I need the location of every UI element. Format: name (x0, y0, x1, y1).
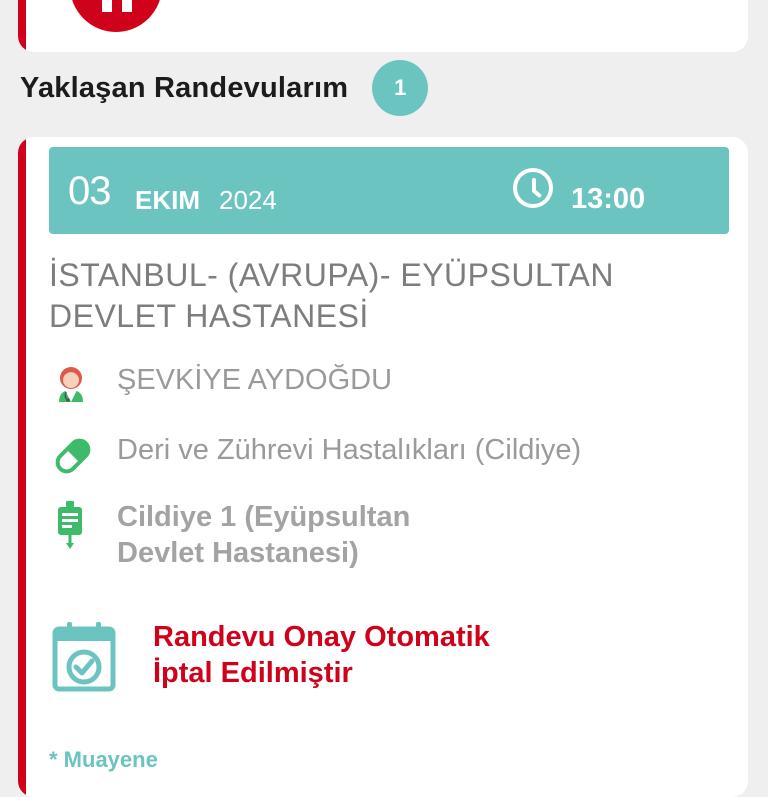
count-badge: 1 (372, 60, 429, 116)
hospital-name: İSTANBUL- (AVRUPA)- EYÜPSULTAN DEVLET HA… (49, 257, 614, 334)
department-row: Deri ve Zührevi Hastalıkları (Cildiye) (49, 432, 581, 476)
status-row: Randevu Onay Otomatik İptal Edilmiştir (49, 619, 633, 699)
pill-icon (49, 432, 101, 476)
clinic-name: Cildiye 1 (Eyüpsultan Devlet Hastanesi) (117, 499, 537, 571)
doctor-name: ŞEVKİYE AYDOĞDU (117, 364, 393, 396)
hospital-logo-icon (70, 0, 162, 32)
doctor-icon (49, 362, 101, 406)
status-message: Randevu Onay Otomatik İptal Edilmiştir (153, 619, 633, 691)
section-header: Yaklaşan Randevularım 1 (20, 60, 429, 116)
card-accent (18, 137, 26, 797)
appointment-time: 13:00 (571, 183, 646, 215)
doctor-row: ŞEVKİYE AYDOĞDU (49, 362, 392, 406)
previous-card[interactable] (18, 0, 748, 52)
section-title: Yaklaşan Randevularım (20, 71, 349, 104)
clock-icon (513, 168, 553, 208)
date-month: EKIM (135, 185, 200, 215)
appointment-card[interactable]: 03 EKIM 2024 13:00 İSTANBUL- (AVRUPA)- E… (18, 137, 748, 797)
date-day: 03 (68, 169, 111, 213)
calendar-check-icon (49, 619, 119, 699)
date-bar: 03 EKIM 2024 13:00 (49, 147, 729, 234)
clinic-row: Cildiye 1 (Eyüpsultan Devlet Hastanesi) (49, 499, 537, 571)
date-year: 2024 (219, 185, 277, 215)
footnote: * Muayene (49, 747, 158, 772)
status-line2: İptal Edilmiştir (153, 657, 353, 689)
clinic-icon (49, 499, 101, 549)
department-name: Deri ve Zührevi Hastalıkları (Cildiye) (117, 434, 582, 466)
clinic-name-line2: Devlet Hastanesi) (117, 537, 359, 569)
card-accent (18, 0, 26, 52)
clinic-name-line1: Cildiye 1 (Eyüpsultan (117, 501, 411, 533)
status-line1: Randevu Onay Otomatik (153, 621, 490, 653)
